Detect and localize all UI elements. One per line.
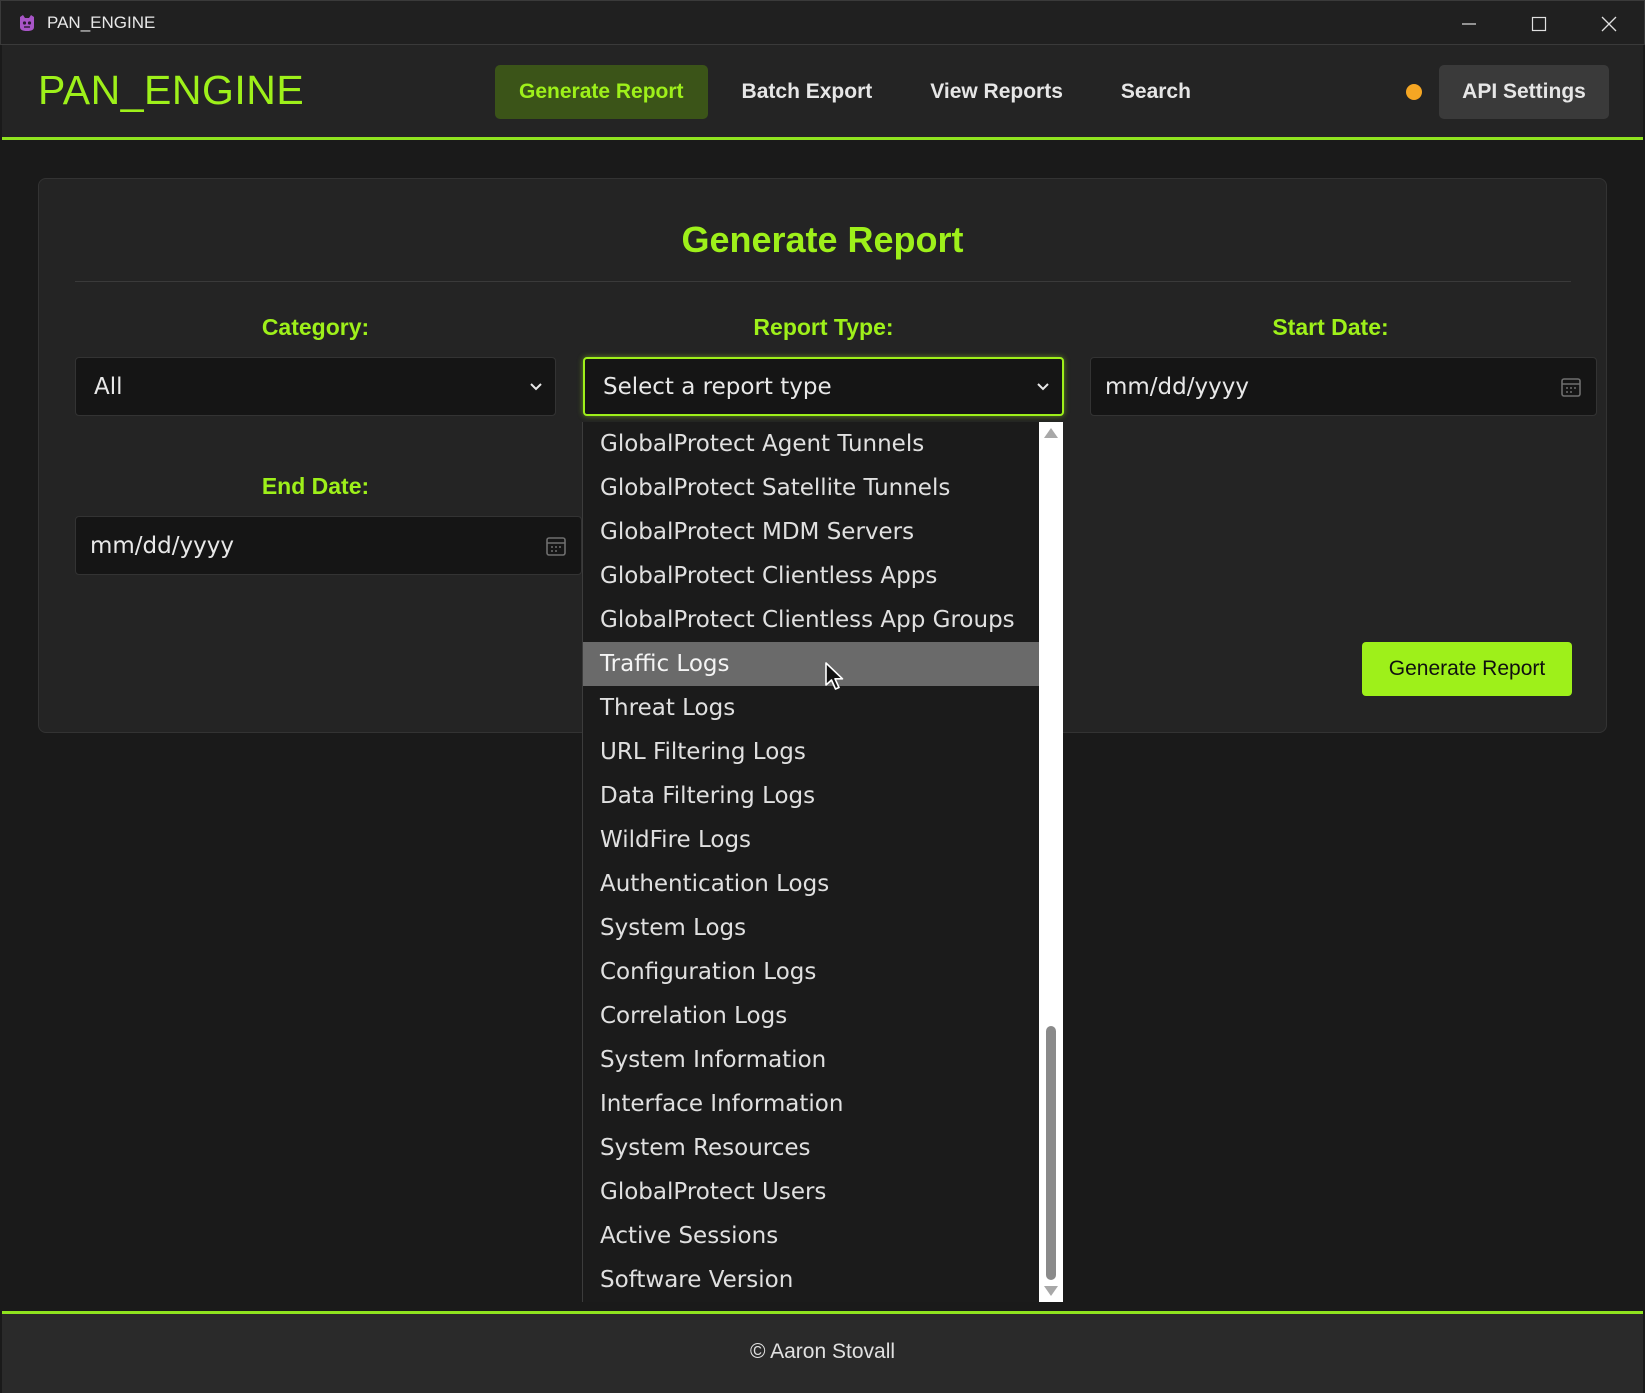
dropdown-option[interactable]: System Resources [583,1126,1040,1170]
chevron-down-icon [530,382,542,390]
dropdown-option[interactable]: System Logs [583,906,1040,950]
chevron-down-icon [1037,382,1049,390]
start-date-label: Start Date: [1272,314,1389,340]
minimize-icon [1462,22,1476,25]
report-type-dropdown-list[interactable]: GlobalProtect Agent Tunnels GlobalProtec… [582,422,1063,1302]
scroll-down-arrow-icon[interactable] [1044,1286,1058,1296]
calendar-icon[interactable] [1560,376,1582,398]
nav-search[interactable]: Search [1097,65,1215,119]
end-date-placeholder: mm/dd/yyyy [90,532,234,559]
dropdown-option[interactable]: GlobalProtect Users [583,1170,1040,1214]
app-header: PAN_ENGINE Generate Report Batch Export … [2,45,1643,140]
dropdown-option-hovered[interactable]: Traffic Logs [583,642,1040,686]
report-type-select[interactable]: Select a report type [583,357,1064,416]
app-icon [16,12,38,34]
dropdown-option[interactable]: GlobalProtect Clientless App Groups [583,598,1040,642]
dropdown-option[interactable]: Software Version [583,1258,1040,1302]
dropdown-option[interactable]: URL Filtering Logs [583,730,1040,774]
title-divider [75,281,1571,282]
report-type-label: Report Type: [753,314,894,340]
category-select[interactable]: All [75,357,556,416]
nav-generate-report[interactable]: Generate Report [495,65,708,119]
dropdown-option[interactable]: Authentication Logs [583,862,1040,906]
app-footer: © Aaron Stovall [2,1311,1643,1393]
maximize-icon [1531,16,1547,31]
dropdown-option[interactable]: System Information [583,1038,1040,1082]
dropdown-scrollbar[interactable] [1039,422,1063,1302]
start-date-input[interactable]: mm/dd/yyyy [1090,357,1597,416]
dropdown-option[interactable]: Active Sessions [583,1214,1040,1258]
dropdown-options: GlobalProtect Agent Tunnels GlobalProtec… [583,422,1040,1302]
dropdown-option[interactable]: GlobalProtect Agent Tunnels [583,422,1040,466]
end-date-input[interactable]: mm/dd/yyyy [75,516,582,575]
app-window: PAN_ENGINE PAN_ENGINE Generate Report Ba… [0,0,1645,1393]
start-date-placeholder: mm/dd/yyyy [1105,373,1249,400]
dropdown-option[interactable]: Threat Logs [583,686,1040,730]
app-logo[interactable]: PAN_ENGINE [38,67,304,114]
page-title: Generate Report [681,219,964,260]
nav-view-reports[interactable]: View Reports [906,65,1087,119]
category-value: All [94,373,123,400]
scrollbar-thumb[interactable] [1046,1026,1056,1280]
dropdown-option[interactable]: Configuration Logs [583,950,1040,994]
window-titlebar[interactable]: PAN_ENGINE [0,0,1645,45]
scroll-up-arrow-icon[interactable] [1044,428,1058,438]
api-settings-button[interactable]: API Settings [1439,65,1609,119]
window-title: PAN_ENGINE [47,12,156,32]
maximize-button[interactable] [1504,1,1574,46]
calendar-icon[interactable] [545,535,567,557]
minimize-button[interactable] [1434,1,1504,46]
nav-batch-export[interactable]: Batch Export [718,65,897,119]
dropdown-option[interactable]: GlobalProtect Satellite Tunnels [583,466,1040,510]
end-date-label: End Date: [261,473,370,499]
footer-copyright: © Aaron Stovall [749,1340,896,1363]
connection-status-dot [1406,84,1422,100]
close-icon [1601,16,1617,31]
window-controls [1434,1,1644,46]
dropdown-option[interactable]: GlobalProtect Clientless Apps [583,554,1040,598]
dropdown-option[interactable]: Correlation Logs [583,994,1040,1038]
close-button[interactable] [1574,1,1644,46]
category-label: Category: [261,314,370,340]
report-type-placeholder: Select a report type [603,373,832,400]
main-nav: Generate Report Batch Export View Report… [495,65,1215,119]
mouse-cursor-icon [825,662,844,690]
generate-report-button[interactable]: Generate Report [1362,642,1572,696]
dropdown-option[interactable]: Data Filtering Logs [583,774,1040,818]
dropdown-option[interactable]: WildFire Logs [583,818,1040,862]
dropdown-option[interactable]: GlobalProtect MDM Servers [583,510,1040,554]
dropdown-option[interactable]: Interface Information [583,1082,1040,1126]
